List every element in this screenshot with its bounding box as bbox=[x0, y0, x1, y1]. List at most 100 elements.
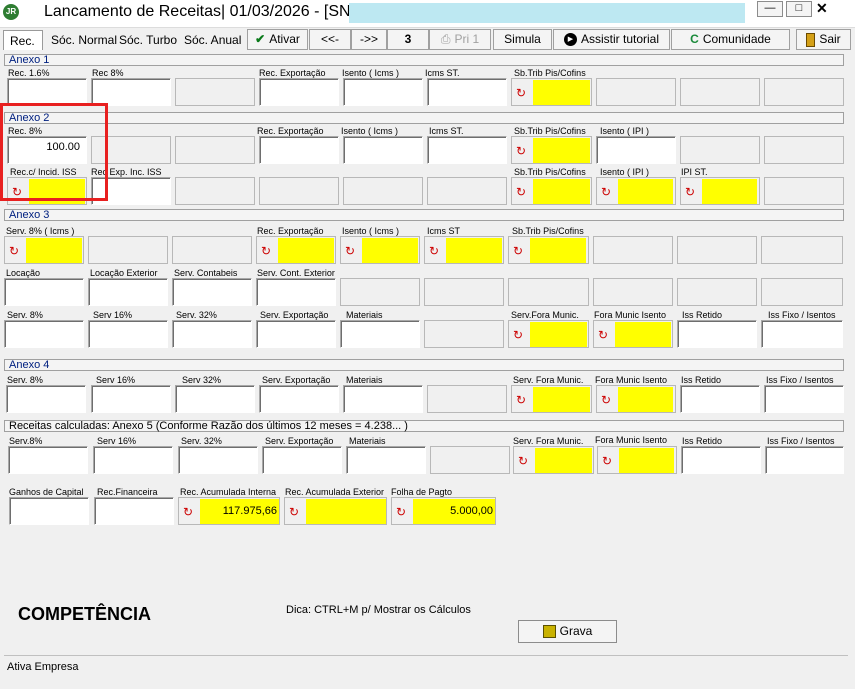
anexo1-rec8-input[interactable] bbox=[91, 78, 171, 106]
anexo5-iss-retido-input[interactable] bbox=[681, 446, 761, 474]
refresh-arrow-icon[interactable]: ↻ bbox=[516, 145, 526, 157]
anexo3-locacao-exterior-label: Locação Exterior bbox=[90, 268, 158, 278]
anexo1-empty-box bbox=[680, 78, 760, 106]
sair-button[interactable]: Sair bbox=[796, 29, 851, 50]
maximize-button[interactable]: □ bbox=[786, 1, 812, 17]
anexo3-serv-contabeis-input[interactable] bbox=[172, 278, 252, 306]
anexo3-empty-box bbox=[677, 278, 757, 306]
anexo4-serv-exportacao-label: Serv. Exportação bbox=[262, 375, 331, 385]
anexo3-iss-retido-input[interactable] bbox=[677, 320, 757, 348]
refresh-arrow-icon[interactable]: ↻ bbox=[9, 245, 19, 257]
grava-button[interactable]: Grava bbox=[518, 620, 617, 643]
rec-financeira-input[interactable] bbox=[94, 497, 174, 525]
anexo2-sbtrib-box: ↻ bbox=[511, 136, 592, 164]
anexo5-materiais-input[interactable] bbox=[346, 446, 426, 474]
refresh-arrow-icon[interactable]: ↻ bbox=[513, 329, 523, 341]
title-bar: JR Lancamento de Receitas| 01/03/2026 - … bbox=[0, 0, 855, 28]
anexo4-iss-retido-input[interactable] bbox=[680, 385, 760, 413]
rec-financeira-label: Rec.Financeira bbox=[97, 487, 158, 497]
anexo3-locacao-input[interactable] bbox=[4, 278, 84, 306]
refresh-arrow-icon[interactable]: ↻ bbox=[429, 245, 439, 257]
anexo2-icms-st-input[interactable] bbox=[427, 136, 507, 164]
anexo2-header: Anexo 2 bbox=[4, 112, 844, 124]
anexo3-serv-fora-munic-value bbox=[530, 322, 587, 347]
ganhos-capital-input[interactable] bbox=[9, 497, 89, 525]
tab-soc-anual[interactable]: Sóc. Anual bbox=[178, 30, 244, 50]
anexo3-serv32-input[interactable] bbox=[172, 320, 252, 348]
anexo4-serv16-input[interactable] bbox=[91, 385, 171, 413]
refresh-arrow-icon[interactable]: ↻ bbox=[516, 87, 526, 99]
next-button[interactable]: ->> bbox=[351, 29, 387, 50]
anexo5-serv-exportacao-input[interactable] bbox=[262, 446, 342, 474]
refresh-arrow-icon[interactable]: ↻ bbox=[516, 186, 526, 198]
tab-soc-turbo[interactable]: Sóc. Turbo bbox=[113, 30, 177, 50]
minimize-button[interactable]: — bbox=[757, 1, 783, 17]
anexo5-fora-munic-isento-value bbox=[619, 448, 674, 473]
anexo1-rec16-input[interactable] bbox=[7, 78, 87, 106]
anexo3-serv-exportacao-input[interactable] bbox=[256, 320, 336, 348]
anexo3-materiais-input[interactable] bbox=[340, 320, 420, 348]
rec-acum-exterior-box: ↻ bbox=[284, 497, 387, 525]
anexo4-iss-fixo-input[interactable] bbox=[764, 385, 844, 413]
anexo4-materiais-input[interactable] bbox=[343, 385, 423, 413]
ativar-button[interactable]: ✔ Ativar bbox=[247, 29, 308, 50]
refresh-arrow-icon[interactable]: ↻ bbox=[601, 186, 611, 198]
refresh-arrow-icon[interactable]: ↻ bbox=[598, 329, 608, 341]
count-button[interactable]: 3 bbox=[387, 29, 429, 50]
anexo5-serv8-label: Serv.8% bbox=[9, 436, 43, 446]
title-company-field bbox=[349, 3, 745, 23]
anexo2-isento-icms-input[interactable] bbox=[343, 136, 423, 164]
comunidade-button[interactable]: C Comunidade bbox=[671, 29, 790, 50]
refresh-arrow-icon[interactable]: ↻ bbox=[396, 506, 406, 518]
anexo2-isento-ipi2-label: Isento ( IPI ) bbox=[600, 167, 650, 177]
anexo2-rec-exportacao-input[interactable] bbox=[259, 136, 339, 164]
anexo3-locacao-label: Locação bbox=[6, 268, 41, 278]
anexo2-isento-icms-label: Isento ( Icms ) bbox=[341, 126, 399, 136]
anexo3-locacao-exterior-input[interactable] bbox=[88, 278, 168, 306]
anexo3-serv-exportacao-label: Serv. Exportação bbox=[260, 310, 329, 320]
refresh-arrow-icon[interactable]: ↻ bbox=[513, 245, 523, 257]
refresh-arrow-icon[interactable]: ↻ bbox=[289, 506, 299, 518]
anexo3-empty-box bbox=[424, 320, 504, 348]
refresh-arrow-icon[interactable]: ↻ bbox=[183, 506, 193, 518]
anexo5-serv32-input[interactable] bbox=[178, 446, 258, 474]
anexo1-icms-st-label: Icms ST. bbox=[425, 68, 460, 78]
anexo5-iss-fixo-input[interactable] bbox=[765, 446, 844, 474]
anexo3-serv8-input[interactable] bbox=[4, 320, 84, 348]
anexo1-isento-icms-input[interactable] bbox=[343, 78, 423, 106]
tab-soc-normal[interactable]: Sóc. Normal bbox=[45, 30, 117, 50]
tab-rec[interactable]: Rec. bbox=[3, 30, 43, 50]
anexo5-fora-munic-isento-label: Fora Munic Isento bbox=[595, 435, 668, 445]
refresh-arrow-icon[interactable]: ↻ bbox=[345, 245, 355, 257]
anexo1-rec-exportacao-label: Rec. Exportação bbox=[259, 68, 326, 78]
anexo1-icms-st-input[interactable] bbox=[427, 78, 507, 106]
simula-button[interactable]: Simula bbox=[493, 29, 552, 50]
refresh-arrow-icon[interactable]: ↻ bbox=[518, 455, 528, 467]
refresh-arrow-icon[interactable]: ↻ bbox=[516, 394, 526, 406]
anexo3-iss-fixo-input[interactable] bbox=[761, 320, 843, 348]
anexo1-rec-exportacao-input[interactable] bbox=[259, 78, 339, 106]
anexo2-empty-box bbox=[175, 177, 255, 205]
anexo5-header: Receitas calculadas: Anexo 5 (Conforme R… bbox=[4, 420, 844, 432]
anexo4-serv8-input[interactable] bbox=[6, 385, 86, 413]
anexo5-serv8-input[interactable] bbox=[8, 446, 88, 474]
anexo3-serv8-icms-value bbox=[26, 238, 82, 263]
refresh-arrow-icon[interactable]: ↻ bbox=[601, 394, 611, 406]
anexo2-empty-box bbox=[764, 177, 844, 205]
anexo2-isento-ipi-input[interactable] bbox=[596, 136, 676, 164]
anexo3-serv16-input[interactable] bbox=[88, 320, 168, 348]
competencia-label: COMPETÊNCIA bbox=[18, 604, 152, 624]
pri-button[interactable]: ⎙ Pri 1 bbox=[429, 29, 491, 50]
prev-button[interactable]: <<- bbox=[309, 29, 351, 50]
app-logo: JR bbox=[3, 4, 19, 20]
anexo5-serv16-input[interactable] bbox=[93, 446, 173, 474]
assistir-tutorial-button[interactable]: ▶ Assistir tutorial bbox=[553, 29, 670, 50]
close-button[interactable]: ✕ bbox=[816, 0, 852, 18]
refresh-arrow-icon[interactable]: ↻ bbox=[685, 186, 695, 198]
anexo4-serv32-input[interactable] bbox=[175, 385, 255, 413]
anexo3-serv-cont-exterior-input[interactable] bbox=[256, 278, 336, 306]
anexo1-rec8-label: Rec 8% bbox=[92, 68, 124, 78]
anexo4-serv-exportacao-input[interactable] bbox=[259, 385, 339, 413]
refresh-arrow-icon[interactable]: ↻ bbox=[261, 245, 271, 257]
refresh-arrow-icon[interactable]: ↻ bbox=[602, 455, 612, 467]
